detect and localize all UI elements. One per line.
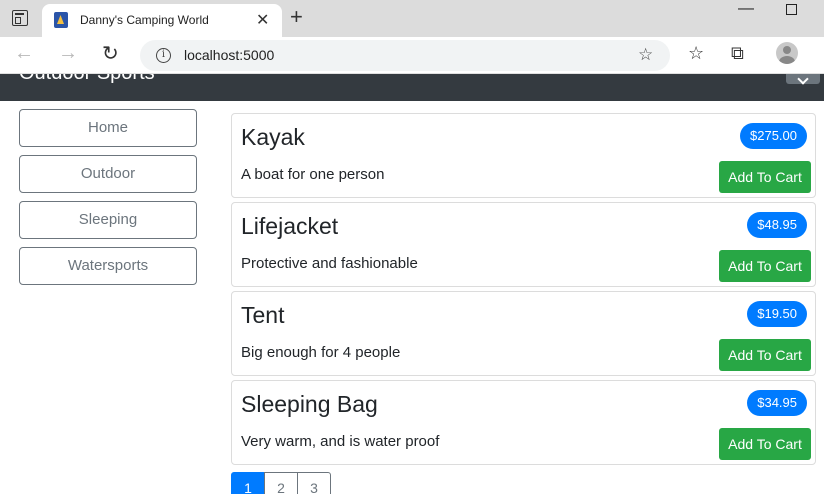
site-brand[interactable]: Outdoor Sports bbox=[19, 74, 155, 85]
product-name: Kayak bbox=[241, 124, 305, 150]
product-name: Tent bbox=[241, 302, 285, 328]
product-name: Lifejacket bbox=[241, 213, 339, 239]
add-to-cart-button[interactable]: Add To Cart bbox=[719, 250, 811, 282]
product-card: Lifejacket $48.95 Protective and fashion… bbox=[231, 202, 816, 287]
add-favorite-icon[interactable]: ☆ bbox=[638, 45, 653, 65]
category-button-sleeping[interactable]: Sleeping bbox=[19, 201, 197, 239]
browser-tab-strip: Danny's Camping World ✕ + — bbox=[0, 0, 824, 37]
tab-close-icon[interactable]: ✕ bbox=[256, 10, 269, 30]
minimize-icon[interactable]: — bbox=[738, 0, 754, 18]
add-to-cart-button[interactable]: Add To Cart bbox=[719, 339, 811, 371]
browser-tab[interactable]: Danny's Camping World ✕ bbox=[42, 4, 282, 37]
page-button-1[interactable]: 1 bbox=[231, 472, 265, 494]
product-card: Sleeping Bag $34.95 Very warm, and is wa… bbox=[231, 380, 816, 465]
reload-icon[interactable]: ↻ bbox=[102, 41, 119, 66]
price-badge: $275.00 bbox=[740, 123, 807, 149]
favorites-icon[interactable]: ☆ bbox=[688, 43, 704, 64]
category-button-home[interactable]: Home bbox=[19, 109, 197, 147]
price-badge: $48.95 bbox=[747, 212, 807, 238]
forward-icon[interactable]: → bbox=[58, 42, 78, 65]
product-description: Very warm, and is water proof bbox=[241, 433, 440, 450]
profile-avatar-icon[interactable] bbox=[776, 42, 798, 64]
product-name: Sleeping Bag bbox=[241, 391, 378, 417]
page-button-3[interactable]: 3 bbox=[297, 472, 331, 494]
product-description: Big enough for 4 people bbox=[241, 344, 401, 361]
collections-icon[interactable]: ⧉ bbox=[731, 43, 744, 64]
new-tab-icon[interactable]: + bbox=[290, 6, 303, 28]
back-icon[interactable]: ← bbox=[14, 42, 34, 65]
category-button-outdoor[interactable]: Outdoor bbox=[19, 155, 197, 193]
site-navbar: Outdoor Sports bbox=[0, 74, 824, 101]
site-favicon-icon bbox=[54, 12, 68, 28]
price-badge: $34.95 bbox=[747, 390, 807, 416]
tab-title: Danny's Camping World bbox=[80, 13, 209, 27]
add-to-cart-button[interactable]: Add To Cart bbox=[719, 428, 811, 460]
product-card: Kayak $275.00 A boat for one person Add … bbox=[231, 113, 816, 198]
product-description: A boat for one person bbox=[241, 166, 385, 183]
maximize-icon[interactable] bbox=[786, 4, 797, 15]
pagination: 1 2 3 bbox=[231, 472, 331, 494]
price-badge: $19.50 bbox=[747, 301, 807, 327]
site-info-icon[interactable]: i bbox=[156, 48, 171, 63]
add-to-cart-button[interactable]: Add To Cart bbox=[719, 161, 811, 193]
product-card: Tent $19.50 Big enough for 4 people Add … bbox=[231, 291, 816, 376]
page-button-2[interactable]: 2 bbox=[264, 472, 298, 494]
address-bar[interactable]: i localhost:5000 ☆ bbox=[140, 40, 670, 71]
product-description: Protective and fashionable bbox=[241, 255, 418, 272]
window-menu-icon[interactable] bbox=[12, 10, 28, 26]
browser-toolbar: ← → ↻ i localhost:5000 ☆ ☆ ⧉ bbox=[0, 37, 824, 74]
category-button-watersports[interactable]: Watersports bbox=[19, 247, 197, 285]
cart-summary-button[interactable] bbox=[786, 74, 820, 84]
url-text[interactable]: localhost:5000 bbox=[184, 47, 274, 63]
